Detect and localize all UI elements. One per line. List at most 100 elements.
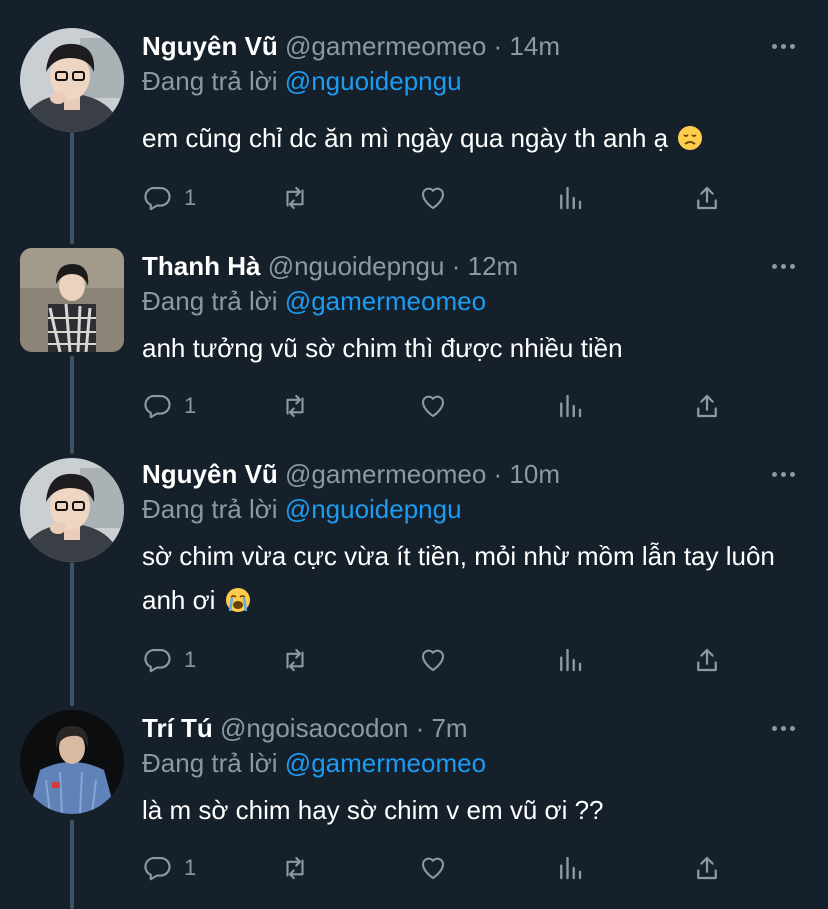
more-icon[interactable]	[772, 714, 800, 742]
more-icon[interactable]	[772, 252, 800, 280]
mention-link[interactable]: @nguoidepngu	[285, 66, 462, 96]
separator: ·	[415, 713, 425, 743]
analytics-button[interactable]	[555, 640, 585, 680]
avatar[interactable]	[20, 248, 124, 352]
share-button[interactable]	[692, 640, 722, 680]
reply-count: 1	[184, 393, 197, 418]
replying-prefix: Đang trả lời	[142, 494, 278, 524]
replying-to: Đang trả lời @gamermeomeo	[142, 746, 486, 780]
more-icon[interactable]	[772, 460, 800, 488]
tweet-actions: 1	[142, 178, 742, 218]
timestamp[interactable]: 12m	[468, 251, 519, 281]
tweet-text-content: là m sờ chim hay sờ chim v em vũ ơi ??	[142, 795, 604, 825]
share-button[interactable]	[692, 178, 722, 218]
timestamp[interactable]: 14m	[509, 31, 560, 61]
reply-button[interactable]: 1	[142, 848, 196, 888]
mention-link[interactable]: @gamermeomeo	[285, 748, 486, 778]
tweet-header: Nguyên Vũ @gamermeomeo · 10m	[142, 456, 768, 492]
tweet[interactable]: Nguyên Vũ @gamermeomeo · 10m Đang trả lờ…	[0, 452, 828, 706]
author-handle[interactable]: @gamermeomeo	[285, 31, 486, 61]
like-button[interactable]	[418, 848, 448, 888]
tweet-actions: 1	[142, 386, 742, 426]
retweet-icon	[286, 856, 304, 880]
share-icon	[697, 186, 717, 210]
avatar[interactable]	[20, 28, 124, 132]
tweet-text: em cũng chỉ dc ăn mì ngày qua ngày th an…	[142, 116, 798, 160]
mention-link[interactable]: @gamermeomeo	[285, 286, 486, 316]
reply-icon	[144, 648, 171, 673]
reply-button[interactable]: 1	[142, 640, 196, 680]
author-name[interactable]: Nguyên Vũ	[142, 459, 278, 489]
analytics-icon	[560, 186, 582, 210]
retweet-icon	[286, 648, 304, 672]
analytics-button[interactable]	[555, 178, 585, 218]
avatar[interactable]	[20, 710, 124, 814]
timestamp[interactable]: 10m	[509, 459, 560, 489]
replying-prefix: Đang trả lời	[142, 66, 278, 96]
reply-count: 1	[184, 855, 197, 880]
share-icon	[697, 648, 717, 672]
analytics-button[interactable]	[555, 386, 585, 426]
heart-icon	[421, 857, 445, 880]
author-handle[interactable]: @ngoisaocodon	[220, 713, 408, 743]
retweet-button[interactable]	[280, 386, 310, 426]
separator: ·	[493, 459, 503, 489]
like-button[interactable]	[418, 640, 448, 680]
tweet[interactable]: Nguyên Vũ @gamermeomeo · 14m Đang trả lờ…	[0, 0, 828, 240]
analytics-button[interactable]	[555, 848, 585, 888]
like-button[interactable]	[418, 386, 448, 426]
tweet-text: anh tưởng vũ sờ chim thì được nhiều tiền	[142, 326, 798, 370]
tweet-text: là m sờ chim hay sờ chim v em vũ ơi ??	[142, 788, 798, 832]
share-button[interactable]	[692, 848, 722, 888]
retweet-icon	[286, 394, 304, 418]
reply-count: 1	[184, 185, 197, 210]
analytics-icon	[560, 856, 582, 880]
share-button[interactable]	[692, 386, 722, 426]
avatar[interactable]	[20, 458, 124, 562]
mention-link[interactable]: @nguoidepngu	[285, 494, 462, 524]
retweet-icon	[286, 186, 304, 210]
tweet[interactable]: Thanh Hà @nguoidepngu · 12m Đang trả lời…	[0, 240, 828, 452]
replying-to: Đang trả lời @gamermeomeo	[142, 284, 486, 318]
author-name[interactable]: Nguyên Vũ	[142, 31, 278, 61]
heart-icon	[421, 187, 445, 210]
loudly-crying-face-icon	[225, 588, 250, 612]
reply-button[interactable]: 1	[142, 386, 196, 426]
reply-icon	[144, 186, 171, 211]
tweet-header: Nguyên Vũ @gamermeomeo · 14m	[142, 28, 768, 64]
reply-icon	[144, 856, 171, 881]
more-icon[interactable]	[772, 32, 800, 60]
tweet-actions: 1	[142, 640, 742, 680]
analytics-icon	[560, 648, 582, 672]
replying-to: Đang trả lời @nguoidepngu	[142, 492, 462, 526]
heart-icon	[421, 395, 445, 418]
separator: ·	[493, 31, 503, 61]
share-icon	[697, 394, 717, 418]
author-handle[interactable]: @gamermeomeo	[285, 459, 486, 489]
author-handle[interactable]: @nguoidepngu	[268, 251, 445, 281]
reply-count: 1	[184, 647, 197, 672]
replying-prefix: Đang trả lời	[142, 286, 278, 316]
tweet-text-content: em cũng chỉ dc ăn mì ngày qua ngày th an…	[142, 123, 669, 153]
disappointed-face-icon	[678, 126, 703, 150]
tweet-header: Trí Tú @ngoisaocodon · 7m	[142, 710, 768, 746]
replying-to: Đang trả lời @nguoidepngu	[142, 64, 462, 98]
share-icon	[697, 856, 717, 880]
reply-icon	[144, 394, 171, 419]
reply-button[interactable]: 1	[142, 178, 196, 218]
tweet-text: sờ chim vừa cực vừa ít tiền, mỏi nhừ mồm…	[142, 534, 788, 622]
timestamp[interactable]: 7m	[431, 713, 467, 743]
tweet[interactable]: Trí Tú @ngoisaocodon · 7m Đang trả lời @…	[0, 706, 828, 909]
separator: ·	[451, 251, 461, 281]
replying-prefix: Đang trả lời	[142, 748, 278, 778]
retweet-button[interactable]	[280, 848, 310, 888]
author-name[interactable]: Thanh Hà	[142, 251, 260, 281]
retweet-button[interactable]	[280, 640, 310, 680]
tweet-actions: 1	[142, 848, 742, 888]
reply-thread: Nguyên Vũ @gamermeomeo · 14m Đang trả lờ…	[0, 0, 828, 909]
author-name[interactable]: Trí Tú	[142, 713, 213, 743]
like-button[interactable]	[418, 178, 448, 218]
tweet-header: Thanh Hà @nguoidepngu · 12m	[142, 248, 768, 284]
retweet-button[interactable]	[280, 178, 310, 218]
heart-icon	[421, 649, 445, 672]
